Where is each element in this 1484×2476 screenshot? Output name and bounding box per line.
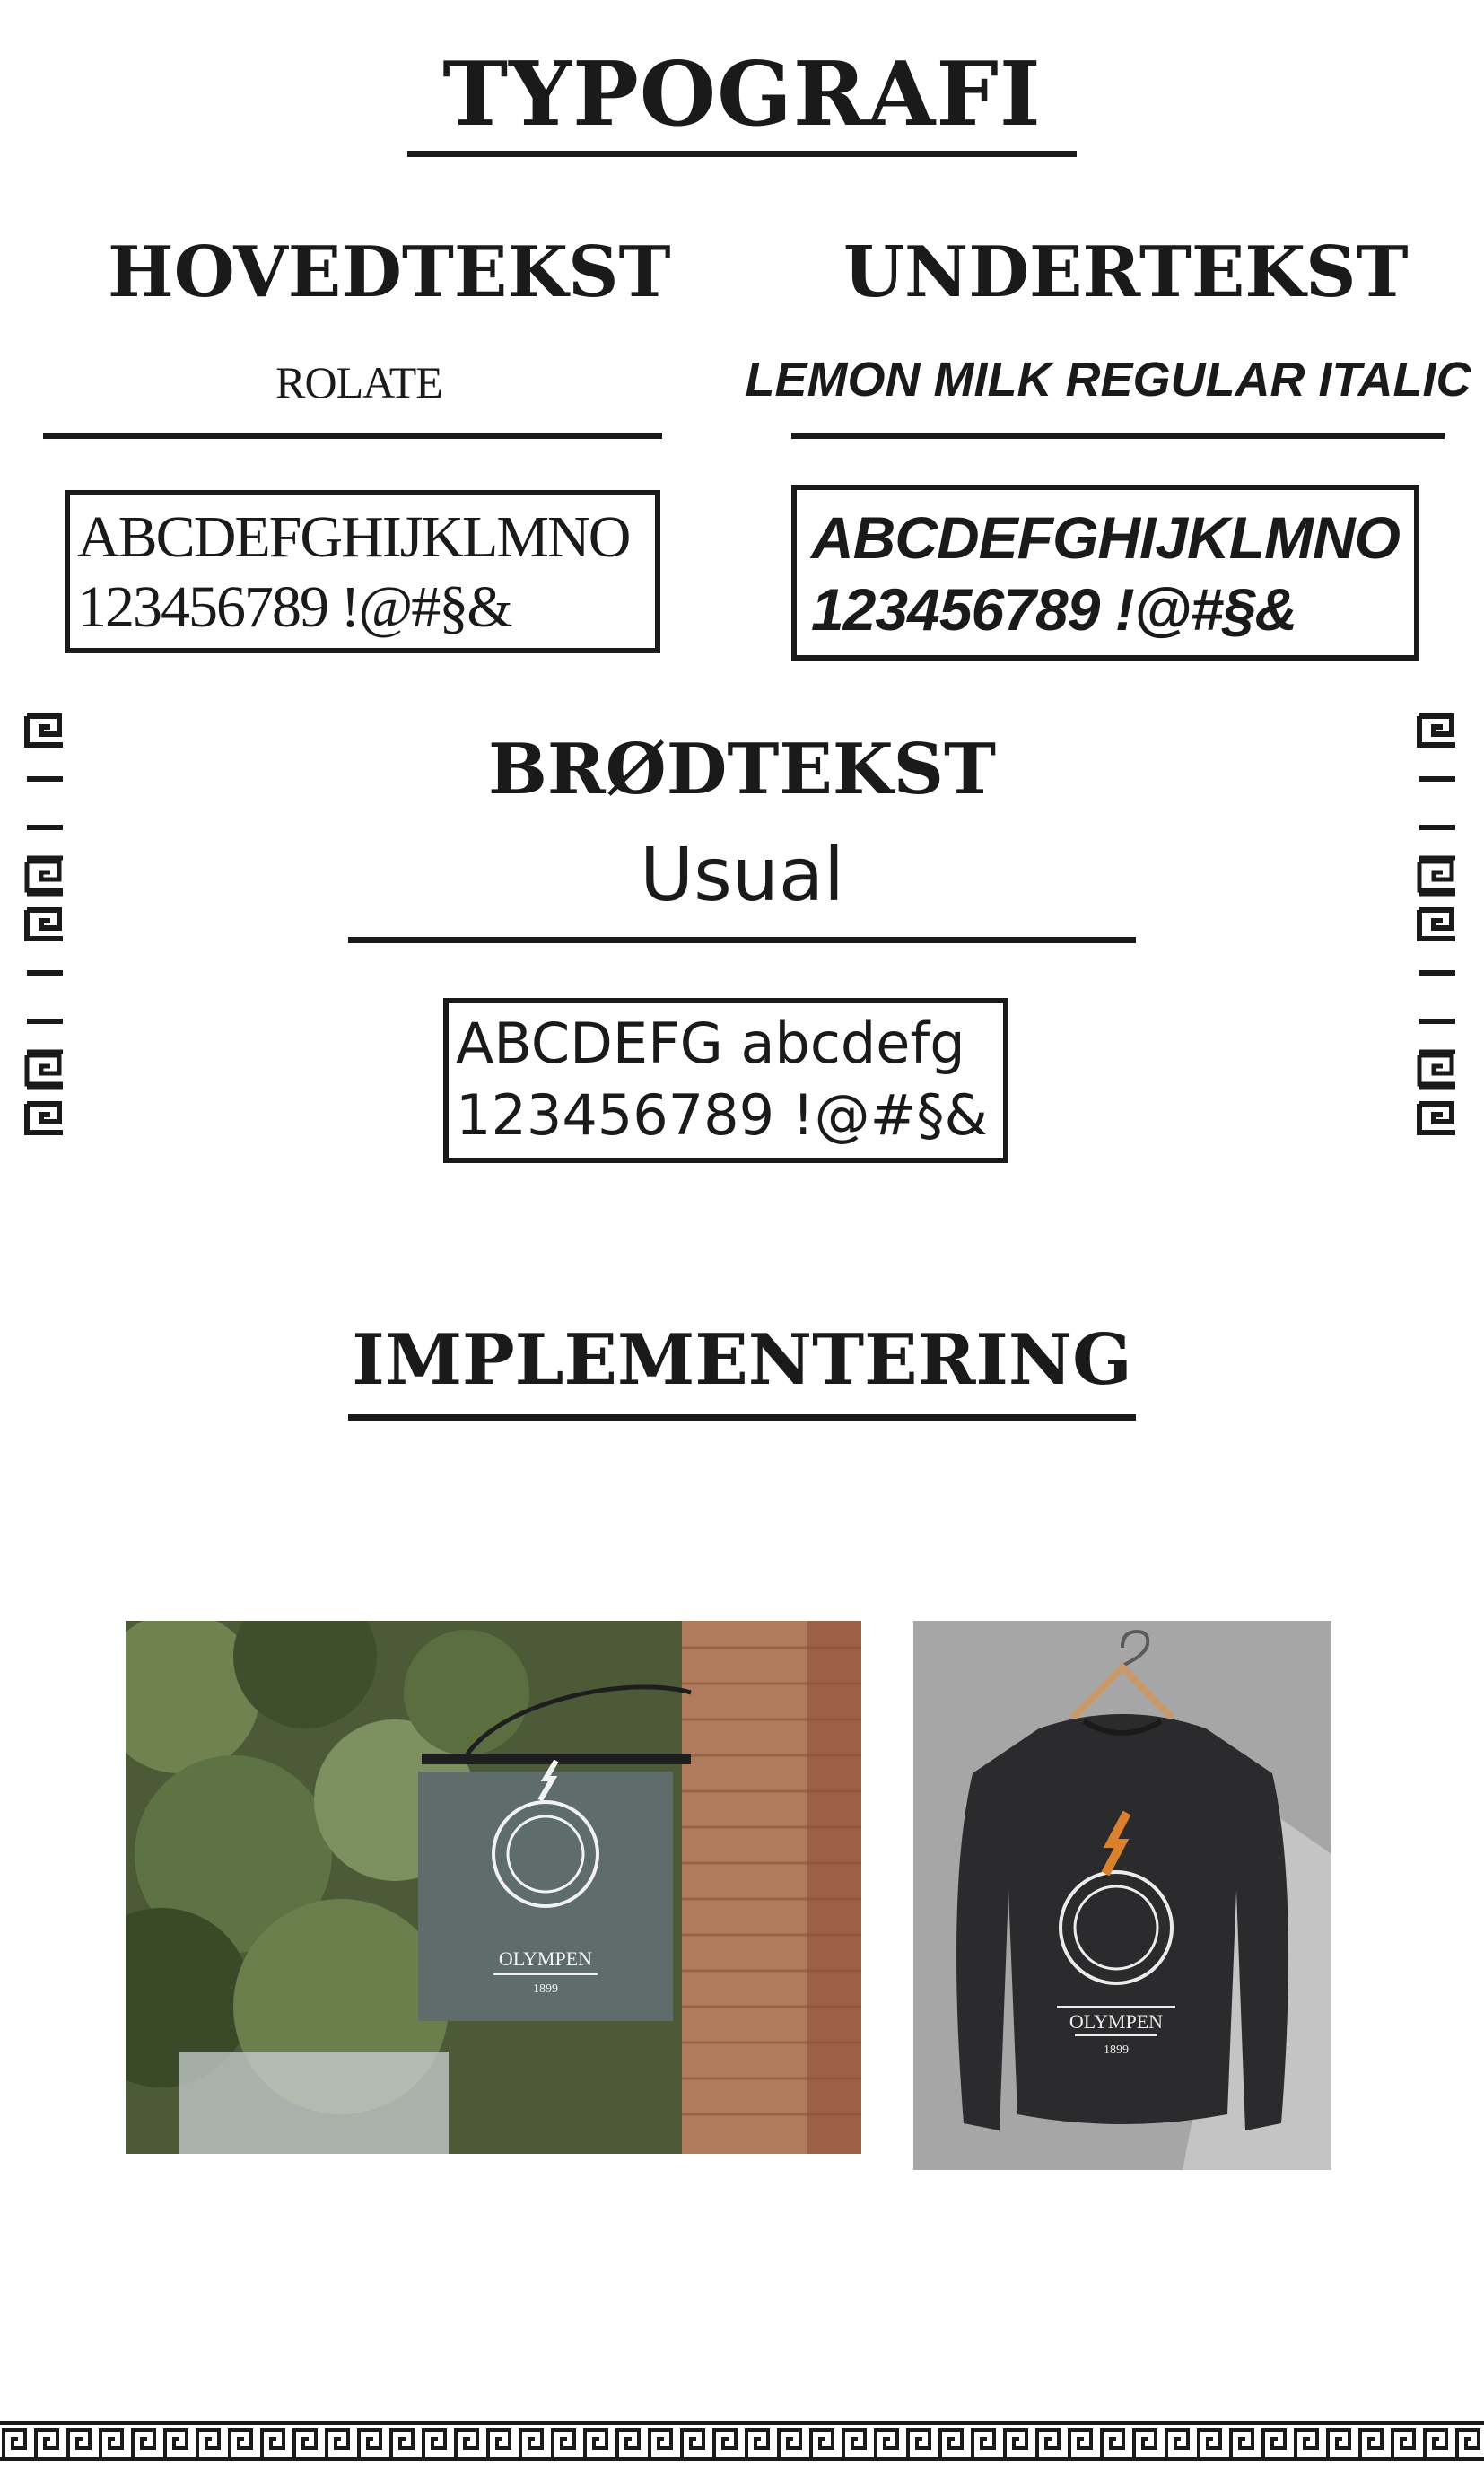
sign-logo-year: 1899 xyxy=(533,1982,558,1996)
undertekst-heading: UNDERTEKST xyxy=(843,232,1409,313)
dash-icon xyxy=(1419,970,1455,976)
title-underline xyxy=(407,151,1077,157)
hovedtekst-sample-box: ABCDEFGHIJKLMNO 123456789 !@#§& xyxy=(65,490,660,653)
page-title: TYPOGRAFI xyxy=(442,43,1042,146)
sign-mockup-photo: OLYMPEN 1899 xyxy=(126,1621,861,2154)
brodtekst-heading: BRØDTEKST xyxy=(488,729,996,810)
brodtekst-font-name: Usual xyxy=(640,833,844,918)
greek-key-icon xyxy=(24,1049,63,1090)
hovedtekst-font-name: ROLATE xyxy=(275,357,443,407)
sign-logo-name: OLYMPEN xyxy=(499,1947,592,1970)
greek-key-icon xyxy=(1417,1101,1455,1135)
implementering-heading: IMPLEMENTERING xyxy=(352,1319,1132,1401)
brodtekst-sample-box: ABCDEFG abcdefg 123456789 !@#§& xyxy=(443,998,1008,1163)
implementering-underline xyxy=(348,1414,1136,1421)
brodtekst-underline xyxy=(348,937,1136,943)
hovedtekst-underline xyxy=(43,433,662,439)
greek-key-icon xyxy=(24,1101,63,1135)
brodtekst-sample-line-2: 123456789 !@#§& xyxy=(456,1082,988,1148)
bottom-meander-border xyxy=(0,2419,1484,2463)
undertekst-sample-line-1: ABCDEFGHIJKLMNO xyxy=(811,504,1401,571)
sweatshirt-mockup-illustration: OLYMPEN 1899 xyxy=(913,1621,1331,2170)
dash-icon xyxy=(1419,1019,1455,1024)
greek-key-icon xyxy=(1417,1049,1455,1090)
undertekst-underline xyxy=(791,433,1445,439)
sign-mockup-illustration: OLYMPEN 1899 xyxy=(126,1621,861,2154)
shirt-logo-year: 1899 xyxy=(1104,2043,1129,2057)
undertekst-font-name: LEMON MILK REGULAR ITALIC xyxy=(745,353,1471,407)
brodtekst-sample-line-1: ABCDEFG abcdefg xyxy=(456,1011,965,1076)
dash-icon xyxy=(27,1019,63,1024)
hovedtekst-heading: HOVEDTEKST xyxy=(108,232,671,313)
undertekst-sample-box: ABCDEFGHIJKLMNO 123456789 !@#§& xyxy=(791,485,1419,661)
greek-key-icon xyxy=(0,2419,1484,2463)
shirt-logo-name: OLYMPEN xyxy=(1069,2010,1163,2033)
dash-icon xyxy=(27,970,63,976)
hovedtekst-sample-line-2: 123456789 !@#§& xyxy=(77,574,513,640)
sweatshirt-mockup-photo: OLYMPEN 1899 xyxy=(913,1621,1331,2170)
undertekst-sample-line-2: 123456789 !@#§& xyxy=(811,576,1297,643)
hovedtekst-sample-line-1: ABCDEFGHIJKLMNO xyxy=(77,504,631,570)
